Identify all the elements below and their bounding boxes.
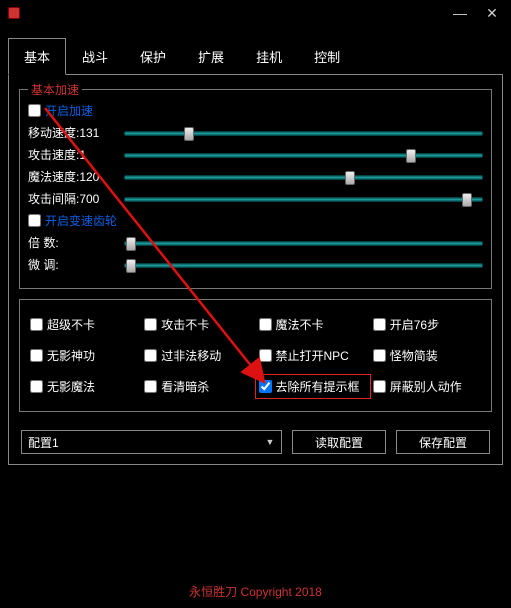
- tab-hang[interactable]: 挂机: [240, 38, 298, 75]
- save-config-button[interactable]: 保存配置: [396, 430, 490, 454]
- slider-track[interactable]: [124, 148, 483, 162]
- slider-track[interactable]: [124, 236, 483, 250]
- slider-magic-speed: 魔法速度:120: [28, 168, 483, 185]
- slider-track[interactable]: [124, 258, 483, 272]
- tabs: 基本 战斗 保护 扩展 挂机 控制: [0, 26, 511, 75]
- checkbox-label: 开启变速齿轮: [45, 212, 117, 229]
- load-config-button[interactable]: 读取配置: [292, 430, 386, 454]
- config-select-value: 配置1: [28, 434, 59, 451]
- opt-magic-no-stuck[interactable]: 魔法不卡: [259, 316, 367, 333]
- slider-attack-interval: 攻击间隔:700: [28, 190, 483, 207]
- opt-see-assassinate[interactable]: 看清暗杀: [144, 378, 252, 395]
- opt-remove-all-notices[interactable]: 去除所有提示框: [259, 378, 367, 395]
- checkbox-input[interactable]: [28, 214, 41, 227]
- slider-thumb[interactable]: [184, 127, 194, 141]
- slider-label: 倍 数:: [28, 234, 118, 251]
- close-button[interactable]: ✕: [477, 3, 507, 23]
- slider-thumb[interactable]: [126, 259, 136, 273]
- tab-basic[interactable]: 基本: [8, 38, 66, 75]
- config-select[interactable]: 配置1 ▼: [21, 430, 282, 454]
- minimize-button[interactable]: —: [445, 3, 475, 23]
- slider-thumb[interactable]: [345, 171, 355, 185]
- slider-track[interactable]: [124, 170, 483, 184]
- bottom-row: 配置1 ▼ 读取配置 保存配置: [17, 422, 494, 456]
- slider-track[interactable]: [124, 192, 483, 206]
- slider-thumb[interactable]: [462, 193, 472, 207]
- opt-shadowless-skill[interactable]: 无影神功: [30, 347, 138, 364]
- slider-thumb[interactable]: [406, 149, 416, 163]
- opt-enable-76step[interactable]: 开启76步: [373, 316, 481, 333]
- opt-block-others-action[interactable]: 屏蔽别人动作: [373, 378, 481, 395]
- slider-finetune: 微 调:: [28, 256, 483, 273]
- slider-label: 魔法速度:120: [28, 168, 118, 185]
- tab-protect[interactable]: 保护: [124, 38, 182, 75]
- tab-control[interactable]: 控制: [298, 38, 356, 75]
- content: 基本加速 开启加速 移动速度:131 攻击速度:1 魔法速度:120 攻击间隔:…: [8, 74, 503, 465]
- slider-track[interactable]: [124, 126, 483, 140]
- tab-extend[interactable]: 扩展: [182, 38, 240, 75]
- slider-move-speed: 移动速度:131: [28, 124, 483, 141]
- chevron-down-icon: ▼: [263, 435, 277, 449]
- checkbox-enable-gear[interactable]: 开启变速齿轮: [28, 212, 483, 229]
- slider-label: 攻击速度:1: [28, 146, 118, 163]
- option-grid: 超级不卡 攻击不卡 魔法不卡 开启76步 无影神功 过非法移动 禁止打开NPC …: [24, 306, 487, 405]
- slider-attack-speed: 攻击速度:1: [28, 146, 483, 163]
- group-options: 超级不卡 攻击不卡 魔法不卡 开启76步 无影神功 过非法移动 禁止打开NPC …: [19, 299, 492, 412]
- opt-shadowless-magic[interactable]: 无影魔法: [30, 378, 138, 395]
- footer: 永恒胜刀 Copyright 2018: [0, 583, 511, 600]
- slider-label: 微 调:: [28, 256, 118, 273]
- slider-thumb[interactable]: [126, 237, 136, 251]
- checkbox-label: 开启加速: [45, 102, 93, 119]
- app-icon: [8, 7, 20, 19]
- titlebar: — ✕: [0, 0, 511, 26]
- opt-attack-no-stuck[interactable]: 攻击不卡: [144, 316, 252, 333]
- slider-multiplier: 倍 数:: [28, 234, 483, 251]
- opt-block-npc[interactable]: 禁止打开NPC: [259, 347, 367, 364]
- opt-simple-monster[interactable]: 怪物简装: [373, 347, 481, 364]
- group-title: 基本加速: [28, 81, 82, 98]
- opt-pass-illegal-move[interactable]: 过非法移动: [144, 347, 252, 364]
- sliders-speed: 移动速度:131 攻击速度:1 魔法速度:120 攻击间隔:700: [28, 124, 483, 207]
- checkbox-input[interactable]: [28, 104, 41, 117]
- tab-combat[interactable]: 战斗: [66, 38, 124, 75]
- group-basic-speed: 基本加速 开启加速 移动速度:131 攻击速度:1 魔法速度:120 攻击间隔:…: [19, 89, 492, 289]
- opt-super-no-stuck[interactable]: 超级不卡: [30, 316, 138, 333]
- window-controls: — ✕: [445, 3, 507, 23]
- slider-label: 移动速度:131: [28, 124, 118, 141]
- checkbox-enable-accel[interactable]: 开启加速: [28, 102, 483, 119]
- slider-label: 攻击间隔:700: [28, 190, 118, 207]
